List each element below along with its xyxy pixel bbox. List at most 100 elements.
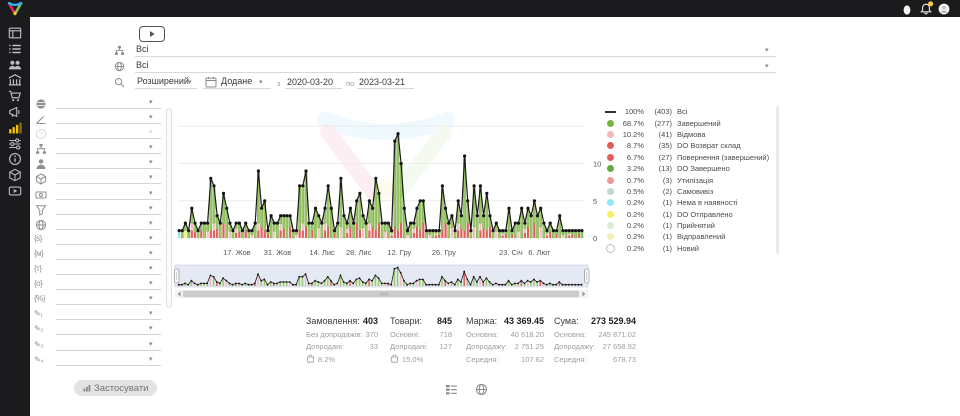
stats-title: Сума: bbox=[554, 316, 579, 326]
x-axis-label: 12. Гру bbox=[387, 248, 411, 257]
date-to-input[interactable]: 2023-03-21 bbox=[359, 77, 405, 87]
legend-item[interactable]: 0.2%(1)DO Отправлено bbox=[604, 209, 784, 220]
stats-sub-row: Основна:245 871.02 bbox=[554, 330, 636, 339]
category-filter-icon bbox=[114, 45, 125, 56]
filter-dropdown-arrow-icon[interactable] bbox=[149, 220, 153, 227]
upsell-percent: 15.0% bbox=[402, 355, 423, 364]
date-to-label: по bbox=[346, 79, 354, 88]
dashboard-icon[interactable] bbox=[8, 26, 22, 40]
legend-swatch-icon bbox=[604, 244, 616, 253]
date-from-input[interactable]: 2020-03-20 bbox=[287, 77, 333, 87]
product-view-icon[interactable] bbox=[475, 383, 488, 396]
filter-dropdown-arrow-icon[interactable] bbox=[149, 235, 153, 242]
filter-underline bbox=[56, 123, 161, 124]
filter-dropdown-arrow-icon[interactable] bbox=[149, 205, 153, 212]
products-icon[interactable] bbox=[8, 168, 22, 182]
legend-swatch-icon bbox=[604, 142, 616, 149]
var-percent-icon: {%} bbox=[34, 294, 45, 303]
filter-dropdown-arrow-icon[interactable] bbox=[149, 250, 153, 257]
legend-item[interactable]: 6.7%(27)Повернення (завершений) bbox=[604, 152, 784, 163]
search-mode-arrow-icon[interactable] bbox=[188, 79, 192, 86]
dot-swatch bbox=[607, 165, 614, 172]
legend-item[interactable]: 0.2%(1)Нема в наявності bbox=[604, 197, 784, 208]
legend-item[interactable]: 3.2%(13)DO Завершено bbox=[604, 163, 784, 174]
legend-label: Відмова bbox=[677, 130, 705, 139]
stats-sub-label: Без допродажів: bbox=[306, 330, 363, 339]
filter-dropdown-arrow-icon[interactable] bbox=[149, 280, 153, 287]
sales-icon[interactable] bbox=[8, 89, 22, 103]
legend-item[interactable]: 0.2%(1)Прийнятий bbox=[604, 220, 784, 231]
filter-dropdown-arrow-icon[interactable] bbox=[149, 325, 153, 332]
filter-dropdown-arrow-icon[interactable] bbox=[149, 99, 153, 106]
stats-column: Сума:273 529.94Основна:245 871.02Допрода… bbox=[554, 316, 636, 364]
navigator-handle-left[interactable] bbox=[175, 269, 180, 283]
legend-count: (3) bbox=[644, 176, 672, 185]
notifications-bell-icon[interactable] bbox=[919, 1, 934, 20]
filter-dropdown-arrow-icon[interactable] bbox=[149, 144, 153, 151]
filter-dropdown-arrow-icon[interactable] bbox=[149, 295, 153, 302]
filter-dropdown-arrow-icon[interactable] bbox=[149, 356, 153, 363]
avatar-icon[interactable] bbox=[938, 2, 950, 20]
dot-swatch bbox=[607, 142, 614, 149]
list-view-icon[interactable] bbox=[445, 383, 458, 396]
profile-icon[interactable] bbox=[902, 3, 912, 21]
legend-item[interactable]: 100%(403)Всі bbox=[604, 106, 784, 117]
navigator-handle-right[interactable] bbox=[585, 269, 590, 283]
filter-underline bbox=[56, 334, 161, 335]
stats-sub-label: Допродані: bbox=[306, 342, 344, 351]
warehouse-icon[interactable] bbox=[8, 73, 22, 87]
category-filter-underline bbox=[135, 56, 776, 57]
category-dropdown-arrow-icon[interactable] bbox=[765, 47, 769, 54]
product-filter-icon bbox=[114, 61, 125, 72]
filter-dropdown-arrow-icon[interactable] bbox=[149, 310, 153, 317]
upsell-bag-icon bbox=[390, 354, 399, 365]
stats-column: Замовлення:403Без допродажів:370Допродан… bbox=[306, 316, 378, 365]
filter-dropdown-arrow-icon[interactable] bbox=[149, 190, 153, 197]
help-icon: ? bbox=[35, 128, 47, 140]
dot-swatch bbox=[607, 211, 614, 218]
date-field-arrow-icon[interactable] bbox=[259, 79, 263, 86]
x-axis-label: 23. Січ bbox=[499, 248, 523, 257]
settings-icon[interactable] bbox=[8, 137, 22, 151]
info-icon[interactable] bbox=[8, 152, 22, 166]
filter-dropdown-arrow-icon[interactable] bbox=[149, 174, 153, 181]
stats-title: Маржа: bbox=[466, 316, 497, 326]
analytics-icon[interactable] bbox=[8, 121, 22, 135]
filter-row-var-o: {о} bbox=[33, 278, 165, 293]
x-axis-label: 28. Лис bbox=[346, 248, 372, 257]
legend-item[interactable]: 0.5%(2)Самовивіз bbox=[604, 186, 784, 197]
chart-navigator[interactable] bbox=[170, 263, 602, 301]
legend-item[interactable]: 10.2%(41)Відмова bbox=[604, 129, 784, 140]
apply-button[interactable]: Застосувати bbox=[74, 380, 157, 396]
legend-item[interactable]: 8.7%(35)DO Возврат склад bbox=[604, 140, 784, 151]
legend-swatch-icon bbox=[604, 165, 616, 172]
legend-item[interactable]: 0.7%(3)Утилізація bbox=[604, 174, 784, 185]
legend-swatch-icon bbox=[604, 233, 616, 240]
legend-item[interactable]: 68.7%(277)Завершений bbox=[604, 117, 784, 128]
filter-dropdown-arrow-icon[interactable] bbox=[149, 341, 153, 348]
legend-label: DO Завершено bbox=[677, 164, 730, 173]
marketing-icon[interactable] bbox=[8, 105, 22, 119]
video-tutorial-button[interactable] bbox=[139, 26, 165, 42]
app-logo[interactable] bbox=[6, 1, 24, 21]
search-mode-select[interactable]: Розширений bbox=[137, 76, 189, 86]
filter-dropdown-arrow-icon[interactable] bbox=[149, 159, 153, 166]
filter-dropdown-arrow-icon[interactable] bbox=[149, 265, 153, 272]
clients-icon[interactable] bbox=[8, 58, 22, 72]
legend-count: (277) bbox=[644, 119, 672, 128]
legend-swatch-icon bbox=[604, 111, 616, 113]
filter-underline bbox=[56, 365, 161, 366]
product-dropdown-arrow-icon[interactable] bbox=[765, 63, 769, 70]
date-field-select[interactable]: Додане bbox=[221, 76, 252, 86]
orders-icon[interactable] bbox=[8, 42, 22, 56]
orders-chart[interactable]: 051017. Жов31. Жов14. Лис28. Лис12. Гру2… bbox=[170, 92, 602, 262]
category-filter-value[interactable]: Всі bbox=[136, 44, 149, 54]
filter-dropdown-arrow-icon[interactable] bbox=[149, 129, 153, 136]
filter-dropdown-arrow-icon[interactable] bbox=[149, 114, 153, 121]
search-icon[interactable] bbox=[114, 77, 125, 88]
video-lessons-icon[interactable] bbox=[8, 184, 22, 198]
legend-label: Всі bbox=[677, 107, 687, 116]
product-filter-value[interactable]: Всі bbox=[136, 60, 149, 70]
legend-item[interactable]: 0.2%(1)Відправлений bbox=[604, 231, 784, 242]
legend-item[interactable]: 0.2%(1)Новий bbox=[604, 243, 784, 254]
